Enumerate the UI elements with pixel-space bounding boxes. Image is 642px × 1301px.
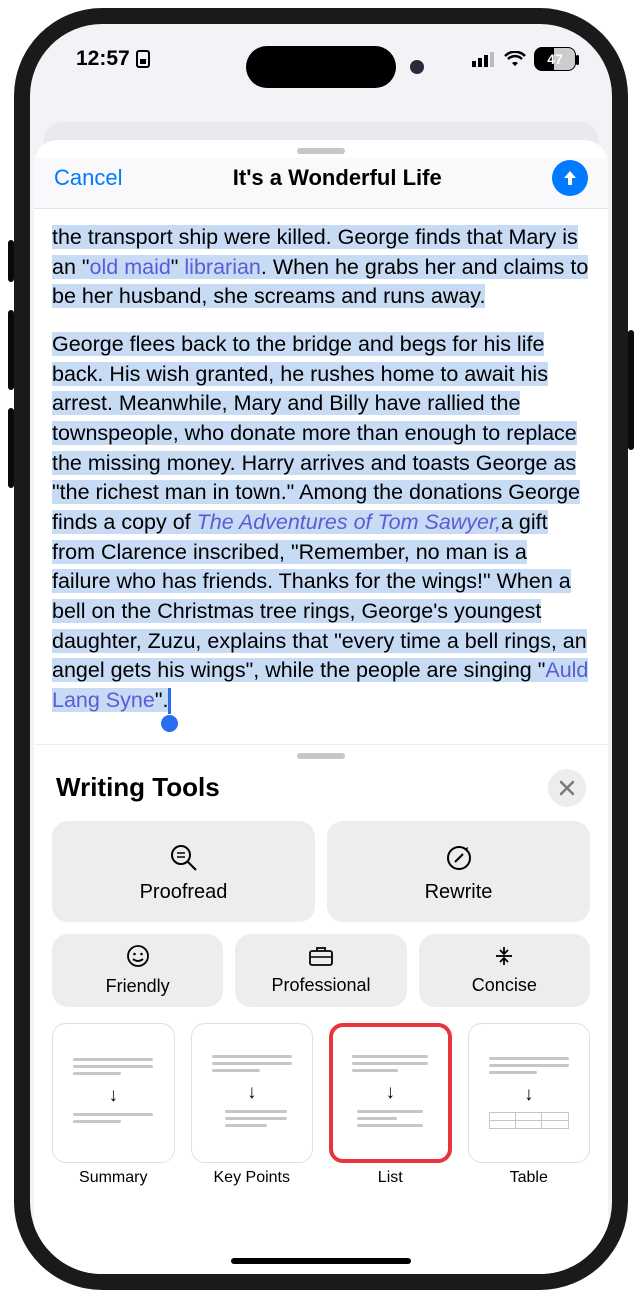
phone-screen: 12:57 47 Cancel It's a Wonderful Li: [30, 24, 612, 1274]
tile-label: Concise: [472, 975, 537, 996]
writing-tools-panel: Writing Tools Proofread Rewrite: [34, 744, 608, 1275]
link-old-maid[interactable]: old maid: [90, 255, 171, 279]
tile-label: Rewrite: [425, 881, 493, 904]
friendly-button[interactable]: Friendly: [52, 934, 223, 1007]
submit-button[interactable]: [552, 160, 588, 196]
cancel-button[interactable]: Cancel: [54, 165, 122, 191]
concise-icon: [492, 945, 516, 967]
proofread-button[interactable]: Proofread: [52, 821, 315, 922]
panel-grabber[interactable]: [297, 753, 345, 759]
key-points-button[interactable]: ↓ Key Points: [191, 1023, 314, 1188]
rewrite-button[interactable]: Rewrite: [327, 821, 590, 922]
link-librarian[interactable]: librarian: [184, 255, 260, 279]
battery-icon: 47: [534, 47, 576, 71]
writing-tools-title: Writing Tools: [56, 772, 220, 803]
status-time: 12:57: [76, 47, 130, 71]
sheet-title: It's a Wonderful Life: [233, 165, 442, 191]
link-tom-sawyer[interactable]: The Adventures of Tom Sawyer,: [197, 510, 501, 534]
format-label: Summary: [79, 1169, 147, 1187]
text-segment: ": [171, 255, 185, 279]
table-icon: [489, 1112, 569, 1129]
sheet-header: Cancel It's a Wonderful Life: [34, 158, 608, 209]
arrow-down-icon: ↓: [524, 1084, 534, 1106]
arrow-down-icon: ↓: [109, 1085, 119, 1107]
dynamic-island: [246, 46, 396, 88]
phone-frame: 12:57 47 Cancel It's a Wonderful Li: [14, 8, 628, 1290]
sim-icon: [136, 50, 150, 68]
editor-sheet: Cancel It's a Wonderful Life the transpo…: [34, 140, 608, 1274]
tile-label: Proofread: [140, 881, 228, 904]
briefcase-icon: [308, 945, 334, 967]
text-cursor[interactable]: [168, 688, 171, 714]
tile-label: Friendly: [106, 976, 170, 997]
list-button[interactable]: ↓ List: [329, 1023, 452, 1188]
table-button[interactable]: ↓ Table: [468, 1023, 591, 1188]
format-label: Key Points: [214, 1169, 290, 1187]
summary-button[interactable]: ↓ Summary: [52, 1023, 175, 1188]
text-segment: ".: [155, 688, 169, 712]
cellular-icon: [472, 51, 496, 67]
professional-button[interactable]: Professional: [235, 934, 406, 1007]
magnifier-icon: [169, 843, 199, 873]
arrow-up-icon: [561, 169, 579, 187]
close-icon: [559, 780, 575, 796]
close-button[interactable]: [548, 769, 586, 807]
text-segment: a gift from Clarence inscribed, "Remembe…: [52, 510, 587, 682]
format-label: Table: [510, 1169, 548, 1187]
home-indicator[interactable]: [231, 1258, 411, 1264]
tile-label: Professional: [271, 975, 370, 996]
text-segment: George flees back to the bridge and begs…: [52, 332, 580, 534]
concise-button[interactable]: Concise: [419, 934, 590, 1007]
rewrite-icon: [444, 843, 474, 873]
wifi-icon: [504, 51, 526, 67]
sheet-grabber[interactable]: [297, 148, 345, 154]
arrow-down-icon: ↓: [386, 1082, 396, 1104]
format-label: List: [378, 1169, 403, 1187]
document-content[interactable]: the transport ship were killed. George f…: [34, 209, 608, 744]
arrow-down-icon: ↓: [247, 1082, 257, 1104]
smile-icon: [126, 944, 150, 968]
